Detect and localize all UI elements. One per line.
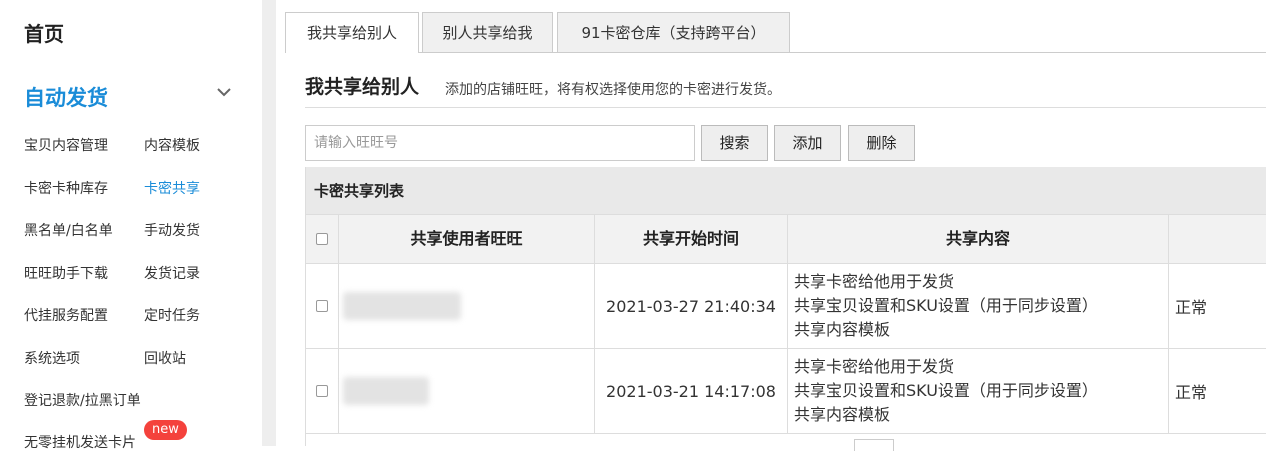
header-start-time: 共享开始时间 [595, 215, 788, 264]
header-content: 共享内容 [788, 215, 1169, 264]
redacted-wangwang [343, 292, 461, 320]
sidebar-item-delivery-log[interactable]: 发货记录 [144, 263, 200, 283]
row-content: 共享卡密给他用于发货 共享宝贝设置和SKU设置（用于同步设置） 共享内容模板 [788, 349, 1169, 434]
sidebar-item-card-stock[interactable]: 卡密卡种库存 [24, 178, 108, 198]
page-description: 添加的店铺旺旺，将有权选择使用您的卡密进行发货。 [445, 82, 781, 98]
sidebar-item-content-template[interactable]: 内容模板 [144, 135, 200, 155]
heading-divider [305, 107, 1266, 108]
new-badge: new [144, 420, 187, 440]
chevron-down-icon[interactable] [214, 82, 234, 102]
row-checkbox[interactable] [316, 385, 328, 397]
row-content: 共享卡密给他用于发货 共享宝贝设置和SKU设置（用于同步设置） 共享内容模板 [788, 264, 1169, 349]
sidebar: 首页 自动发货 宝贝内容管理 内容模板 卡密卡种库存 卡密共享 黑名单/白名单 … [0, 0, 262, 451]
tab-shared-by-me[interactable]: 我共享给别人 [285, 12, 419, 53]
sidebar-item-helper-download[interactable]: 旺旺助手下载 [24, 263, 108, 283]
content-line: 共享内容模板 [794, 405, 891, 424]
row-wangwang-cell [339, 264, 595, 349]
sidebar-item-idle-card[interactable]: 无零挂机发送卡片 [24, 432, 136, 452]
content-line: 共享宝贝设置和SKU设置（用于同步设置） [794, 381, 1098, 400]
row-start-time: 2021-03-27 21:40:34 [595, 264, 788, 349]
share-table: 卡密共享列表 共享使用者旺旺 共享开始时间 共享内容 2021-03-27 21… [305, 167, 1266, 451]
row-checkbox[interactable] [316, 300, 328, 312]
sidebar-item-recycle-bin[interactable]: 回收站 [144, 348, 186, 368]
content-line: 共享内容模板 [794, 320, 891, 339]
row-checkbox-cell [306, 264, 339, 349]
wangwang-search-input[interactable] [305, 125, 695, 161]
sidebar-item-scheduled-tasks[interactable]: 定时任务 [144, 305, 200, 325]
sidebar-item-manual-delivery[interactable]: 手动发货 [144, 220, 200, 240]
row-start-time: 2021-03-21 14:17:08 [595, 349, 788, 434]
section-auto-delivery[interactable]: 自动发货 [24, 82, 108, 112]
table-caption: 卡密共享列表 [306, 167, 1266, 215]
page-title: 我共享给别人 [305, 76, 420, 98]
pagination-box[interactable] [854, 439, 894, 451]
tab-shared-with-me[interactable]: 别人共享给我 [422, 12, 553, 53]
header-checkbox-cell [306, 215, 339, 264]
sidebar-item-refund-blacklist[interactable]: 登记退款/拉黑订单 [24, 390, 141, 410]
sidebar-item-item-content[interactable]: 宝贝内容管理 [24, 135, 108, 155]
search-button[interactable]: 搜索 [701, 125, 768, 161]
sidebar-item-blacklist[interactable]: 黑名单/白名单 [24, 220, 113, 240]
row-checkbox-cell [306, 349, 339, 434]
header-status [1169, 215, 1266, 264]
select-all-checkbox[interactable] [316, 233, 328, 245]
row-status: 正常 [1169, 349, 1266, 434]
sidebar-item-system-options[interactable]: 系统选项 [24, 348, 80, 368]
delete-button[interactable]: 删除 [848, 125, 915, 161]
row-wangwang-cell [339, 349, 595, 434]
redacted-wangwang [343, 377, 429, 405]
home-link[interactable]: 首页 [24, 18, 64, 47]
header-wangwang: 共享使用者旺旺 [339, 215, 595, 264]
row-status: 正常 [1169, 264, 1266, 349]
content-line: 共享卡密给他用于发货 [794, 357, 955, 376]
add-button[interactable]: 添加 [774, 125, 841, 161]
sidebar-item-card-share[interactable]: 卡密共享 [144, 178, 200, 198]
sidebar-item-proxy-config[interactable]: 代挂服务配置 [24, 305, 108, 325]
sidebar-divider [262, 0, 276, 446]
tab-card-warehouse[interactable]: 91卡密仓库（支持跨平台） [557, 12, 790, 53]
content-line: 共享卡密给他用于发货 [794, 272, 955, 291]
tab-underline [285, 52, 1266, 53]
content-line: 共享宝贝设置和SKU设置（用于同步设置） [794, 296, 1098, 315]
